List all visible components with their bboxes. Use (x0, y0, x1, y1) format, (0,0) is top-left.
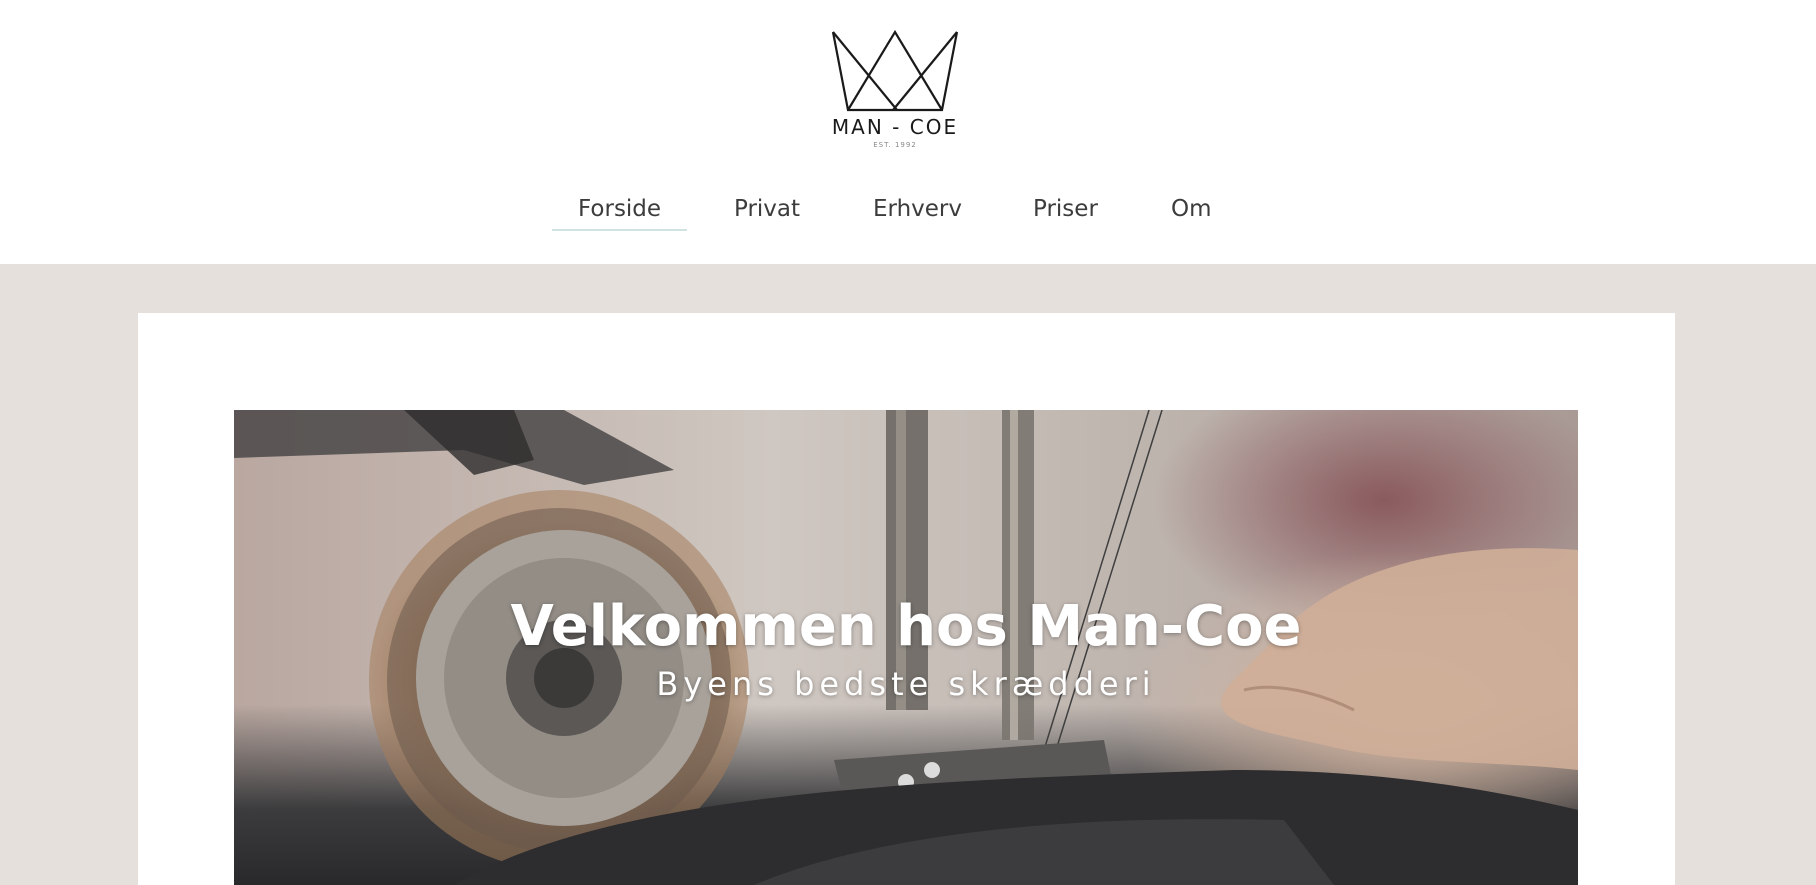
nav-item-om[interactable]: Om (1171, 196, 1212, 222)
crown-icon (831, 29, 959, 112)
site-logo[interactable]: MAN - COE EST. 1992 (826, 28, 964, 162)
brand-name: MAN - COE (831, 115, 959, 139)
hero-subtitle: Byens bedste skrædderi (656, 665, 1156, 703)
nav-item-erhverv[interactable]: Erhverv (873, 196, 962, 222)
main-nav: Forside Privat Erhverv Priser Om (0, 196, 1816, 232)
nav-item-privat[interactable]: Privat (734, 196, 800, 222)
site-header: MAN - COE EST. 1992 Forside Privat Erhve… (0, 0, 1816, 264)
hero-title: Velkommen hos Man-Coe (510, 594, 1302, 659)
brand-established: EST. 1992 (873, 141, 917, 149)
nav-item-priser[interactable]: Priser (1033, 196, 1098, 222)
nav-item-forside[interactable]: Forside (551, 196, 688, 231)
hero-banner: Velkommen hos Man-Coe Byens bedste skræd… (234, 410, 1578, 885)
